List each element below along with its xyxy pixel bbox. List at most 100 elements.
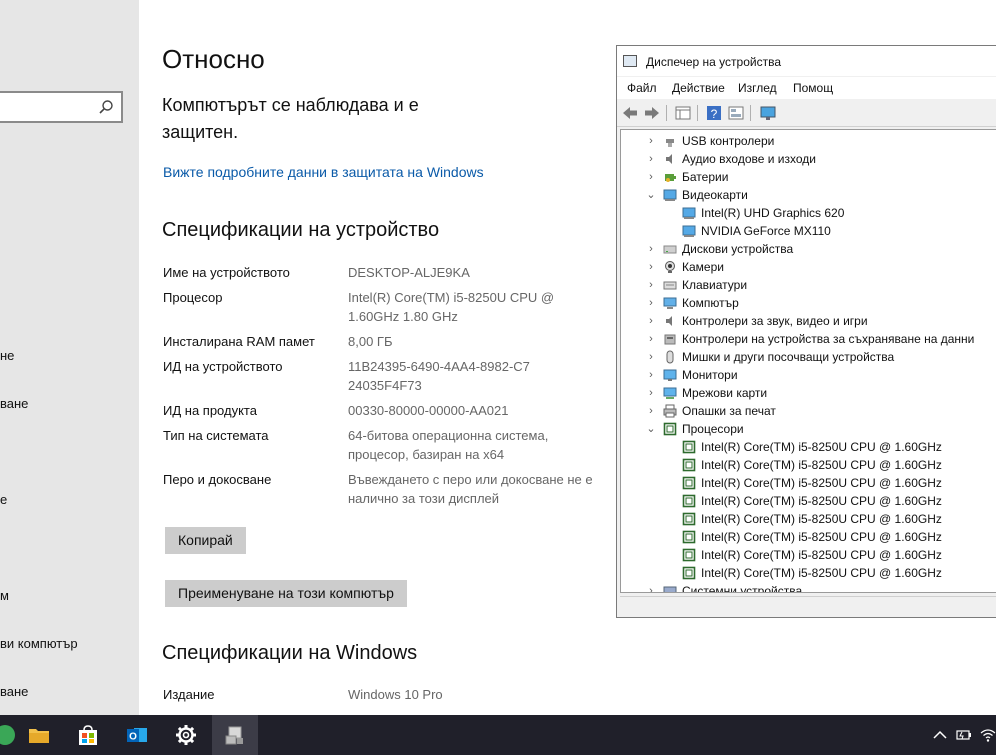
rename-pc-button[interactable]: Преименуване на този компютър [165,580,407,607]
spec-label: Име на устройството [163,265,290,280]
store-button[interactable] [65,715,111,755]
audio-icon [666,154,672,164]
tree-category[interactable]: › Компютър [621,294,996,312]
help-icon[interactable]: ? [705,104,723,122]
menu-bar: Файл Действие Изглед Помощ [617,77,996,99]
tree-item-label: Видеокарти [682,188,748,202]
sidebar-item[interactable]: е [0,492,7,507]
spec-label: Инсталирана RAM памет [163,334,315,349]
sidebar-item[interactable]: не [0,348,14,363]
tree-category[interactable]: › Клавиатури [621,276,996,294]
tree-device[interactable]: Intel(R) UHD Graphics 620 [621,204,996,222]
chevron-right-icon[interactable]: › [646,330,656,348]
battery-icon[interactable] [956,727,972,743]
store-icon [79,725,97,745]
tree-item-label: Батерии [682,170,729,184]
tree-item-label: Аудио входове и изходи [682,152,816,166]
tree-item-label: Intel(R) Core(TM) i5-8250U CPU @ 1.60GHz [701,566,942,580]
properties-grid-icon[interactable] [674,104,692,122]
chevron-right-icon[interactable]: › [646,240,656,258]
tree-item-label: Мишки и други посочващи устройства [682,350,895,364]
disk-icon [663,245,677,254]
tree-category[interactable]: ⌄ Процесори [621,420,996,438]
settings-button[interactable] [163,715,209,755]
tree-category[interactable]: › Монитори [621,366,996,384]
chevron-down-icon[interactable]: ⌄ [646,186,656,204]
tree-device[interactable]: Intel(R) Core(TM) i5-8250U CPU @ 1.60GHz [621,456,996,474]
system-devices-icon [663,586,677,592]
chevron-right-icon[interactable]: › [646,582,656,592]
tree-category[interactable]: › Мрежови карти [621,384,996,402]
device-manager-taskbar-button[interactable] [212,715,258,755]
window-title: Диспечер на устройства [646,55,781,69]
menu-file[interactable]: Файл [627,81,657,95]
chevron-right-icon[interactable]: › [646,168,656,186]
tree-device[interactable]: Intel(R) Core(TM) i5-8250U CPU @ 1.60GHz [621,474,996,492]
sidebar-item[interactable]: ване [0,396,28,411]
sidebar-item[interactable]: ви компютър [0,636,78,651]
back-arrow-icon[interactable] [621,104,639,122]
chevron-right-icon[interactable]: › [646,276,656,294]
settings-search-input[interactable] [0,91,123,123]
tree-category[interactable]: › Опашки за печат [621,402,996,420]
tree-device[interactable]: Intel(R) Core(TM) i5-8250U CPU @ 1.60GHz [621,528,996,546]
file-explorer-button[interactable] [16,715,62,755]
tree-category[interactable]: ⌄ Видеокарти [621,186,996,204]
computer-icon [663,297,677,309]
menu-action[interactable]: Действие [672,81,725,95]
device-manager-window: Диспечер на устройства Файл Действие Изг… [616,45,996,618]
chevron-right-icon[interactable]: › [646,348,656,366]
chevron-right-icon[interactable]: › [646,402,656,420]
chevron-up-icon[interactable] [932,727,948,743]
tree-category[interactable]: › Мишки и други посочващи устройства [621,348,996,366]
chevron-right-icon[interactable]: › [646,384,656,402]
chevron-right-icon[interactable]: › [646,132,656,150]
settings-sidebar: не ване е м ви компютър ване [0,0,139,715]
network-icon [663,387,677,399]
tree-category[interactable]: › Контролери за звук, видео и игри [621,312,996,330]
spec-label: Издание [163,687,215,702]
scan-hardware-icon[interactable] [759,104,777,122]
tree-device[interactable]: Intel(R) Core(TM) i5-8250U CPU @ 1.60GHz [621,564,996,582]
chevron-down-icon[interactable]: ⌄ [646,420,656,438]
security-details-link[interactable]: Вижте подробните данни в защитата на Win… [163,164,484,180]
tree-category[interactable]: › Дискови устройства [621,240,996,258]
menu-help[interactable]: Помощ [793,81,833,95]
device-tree[interactable]: › USB контролери › Аудио входове и изходи › Б… [620,129,996,593]
tree-device[interactable]: Intel(R) Core(TM) i5-8250U CPU @ 1.60GHz [621,492,996,510]
tree-category[interactable]: › Камери [621,258,996,276]
tree-device[interactable]: Intel(R) Core(TM) i5-8250U CPU @ 1.60GHz [621,510,996,528]
usb-icon [666,139,674,147]
window-titlebar[interactable]: Диспечер на устройства [617,46,996,76]
chevron-right-icon[interactable]: › [646,312,656,330]
outlook-button[interactable]: O [114,715,160,755]
chevron-right-icon[interactable]: › [646,294,656,312]
spec-value: 11B24395-6490-4AA4-8982-C724035F4F73 [348,359,530,393]
menu-view[interactable]: Изглед [738,81,777,95]
gear-icon [176,725,196,745]
tree-item-label: Процесори [682,422,744,436]
tree-device[interactable]: Intel(R) Core(TM) i5-8250U CPU @ 1.60GHz [621,438,996,456]
sidebar-item[interactable]: м [0,588,9,603]
tree-item-label: Дискови устройства [682,242,794,256]
tree-category[interactable]: › USB контролери [621,132,996,150]
chevron-right-icon[interactable]: › [646,150,656,168]
tree-category[interactable]: › Аудио входове и изходи [621,150,996,168]
tree-item-label: Камери [682,260,724,274]
device-manager-icon [623,55,637,67]
keyboard-icon [663,281,677,290]
forward-arrow-icon[interactable] [643,104,661,122]
spec-value: Windows 10 Pro [348,687,443,702]
chevron-right-icon[interactable]: › [646,366,656,384]
wifi-icon[interactable] [980,727,996,743]
show-hidden-icon[interactable] [727,104,745,122]
tree-device[interactable]: Intel(R) Core(TM) i5-8250U CPU @ 1.60GHz [621,546,996,564]
copy-button[interactable]: Копирай [165,527,246,554]
chevron-right-icon[interactable]: › [646,258,656,276]
sidebar-item[interactable]: ване [0,684,28,699]
tree-device[interactable]: NVIDIA GeForce MX110 [621,222,996,240]
battery-icon [665,174,676,182]
tree-category[interactable]: › Батерии [621,168,996,186]
tree-category[interactable]: › Контролери на устройства за съхраняване… [621,330,996,348]
tree-category[interactable]: › Системни устройства [621,582,996,592]
